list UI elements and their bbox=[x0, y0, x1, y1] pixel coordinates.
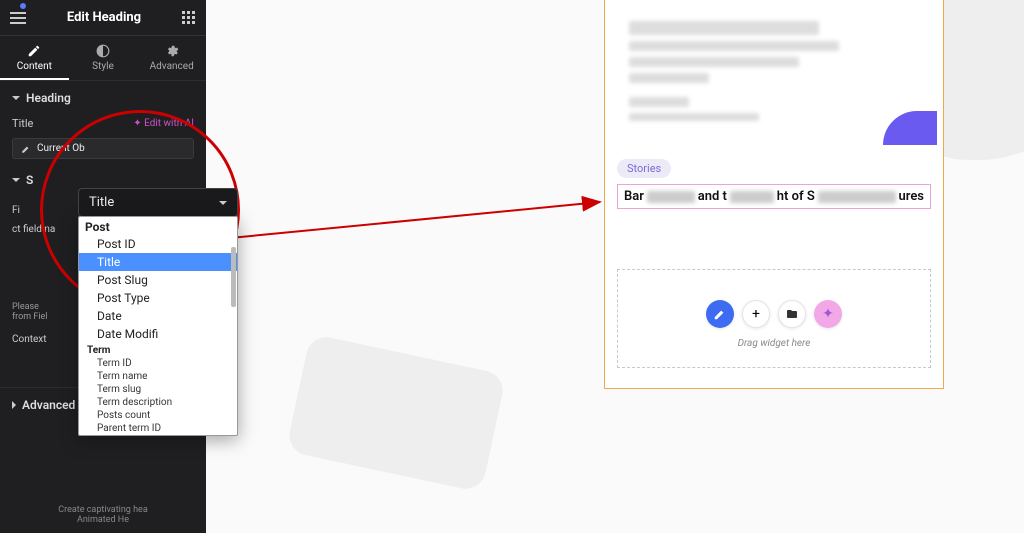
chevron-down-icon bbox=[12, 178, 20, 182]
panel-tabs: Content Style Advanced bbox=[0, 36, 206, 80]
ai-sparkle-button[interactable]: ✦ bbox=[814, 300, 842, 328]
wand-icon bbox=[713, 307, 727, 321]
add-widget-button[interactable]: + bbox=[742, 300, 770, 328]
section-heading: Heading Title ✦ Edit with AI Current Ob … bbox=[0, 80, 206, 197]
dropdown-item[interactable]: Posts count bbox=[79, 409, 237, 422]
heading-widget[interactable]: Bar and t ht of S ures bbox=[617, 184, 931, 209]
section-heading-toggle[interactable]: Heading bbox=[12, 91, 194, 105]
dropdown-group: User bbox=[79, 435, 237, 436]
dynamic-tag-text: Current Ob bbox=[37, 143, 85, 154]
gear-icon bbox=[165, 44, 179, 58]
dropdown-item-selected[interactable]: Title bbox=[79, 253, 237, 271]
tab-label: Style bbox=[92, 61, 114, 72]
promo-text: Create captivating hea Animated He bbox=[0, 497, 206, 533]
ai-add-button[interactable] bbox=[706, 300, 734, 328]
field-select[interactable]: Title bbox=[78, 188, 238, 217]
bg-decoration bbox=[286, 334, 507, 493]
dropdown-item[interactable]: Term slug bbox=[79, 383, 237, 396]
menu-icon[interactable] bbox=[10, 12, 26, 24]
drop-zone[interactable]: + ✦ Drag widget here bbox=[617, 269, 931, 368]
blurred-segment bbox=[818, 191, 896, 203]
widgets-grid-icon[interactable] bbox=[182, 11, 196, 25]
folder-icon bbox=[786, 308, 798, 320]
title-fragment: Bar bbox=[624, 189, 644, 204]
panel-header: Edit Heading bbox=[0, 0, 206, 36]
decorative-blob bbox=[883, 111, 937, 145]
title-fragment: and t bbox=[698, 189, 727, 204]
drop-zone-actions: + ✦ bbox=[628, 300, 920, 328]
tab-content[interactable]: Content bbox=[0, 36, 69, 80]
tab-style[interactable]: Style bbox=[69, 36, 138, 80]
field-title-label: Title bbox=[12, 117, 33, 130]
sub-section-toggle[interactable]: S bbox=[12, 173, 194, 187]
blurred-text bbox=[629, 41, 839, 51]
category-badge[interactable]: Stories bbox=[617, 159, 671, 178]
sub-section-label: S bbox=[26, 173, 33, 187]
wand-icon bbox=[21, 144, 31, 154]
section-advanced-label: Advanced bbox=[22, 398, 75, 412]
blurred-text bbox=[629, 21, 819, 35]
dropdown-scrollbar[interactable] bbox=[231, 247, 236, 307]
dropdown-item[interactable]: Parent term ID bbox=[79, 422, 237, 435]
dropdown-item[interactable]: Post Type bbox=[79, 289, 237, 307]
card-image-area bbox=[611, 0, 937, 145]
field-title-row: Title ✦ Edit with AI bbox=[12, 117, 194, 130]
chevron-down-icon bbox=[219, 201, 227, 205]
dynamic-tag-input[interactable]: Current Ob bbox=[12, 138, 194, 159]
dropdown-group: Term bbox=[79, 343, 237, 357]
plus-icon: + bbox=[752, 306, 760, 322]
blurred-text bbox=[629, 57, 799, 67]
sparkle-icon: ✦ bbox=[822, 306, 834, 322]
contrast-icon bbox=[96, 44, 110, 58]
blurred-text bbox=[629, 97, 689, 107]
dropdown-item[interactable]: Term description bbox=[79, 396, 237, 409]
dropdown-item[interactable]: Term name bbox=[79, 370, 237, 383]
field-select-value: Title bbox=[89, 195, 114, 210]
tab-advanced[interactable]: Advanced bbox=[137, 36, 206, 80]
field-select-menu: Post Post ID Title Post Slug Post Type D… bbox=[78, 216, 238, 436]
pencil-icon bbox=[27, 44, 41, 58]
edit-with-ai-link[interactable]: ✦ Edit with AI bbox=[133, 118, 194, 129]
status-dot-icon bbox=[20, 3, 26, 9]
blurred-segment bbox=[730, 191, 774, 203]
blurred-text bbox=[629, 73, 709, 83]
object-field-fragment: ct field na bbox=[12, 224, 55, 235]
drop-zone-hint: Drag widget here bbox=[628, 338, 920, 349]
blurred-segment bbox=[647, 191, 695, 203]
tab-label: Content bbox=[17, 61, 52, 72]
dropdown-item[interactable]: Term ID bbox=[79, 357, 237, 370]
editor-canvas: Stories Bar and t ht of S ures + bbox=[206, 0, 1024, 533]
add-template-button[interactable] bbox=[778, 300, 806, 328]
post-card[interactable]: Stories Bar and t ht of S ures + bbox=[604, 0, 944, 389]
panel-title: Edit Heading bbox=[67, 10, 141, 25]
title-fragment: ht of S bbox=[777, 189, 815, 204]
title-fragment: ures bbox=[899, 189, 925, 204]
section-heading-label: Heading bbox=[26, 91, 71, 105]
blurred-text bbox=[629, 113, 759, 121]
tab-label: Advanced bbox=[150, 61, 194, 72]
dropdown-item[interactable]: Date Modifi bbox=[79, 325, 237, 343]
dropdown-item[interactable]: Date bbox=[79, 307, 237, 325]
dropdown-group: Post bbox=[79, 217, 237, 235]
dropdown-item[interactable]: Post ID bbox=[79, 235, 237, 253]
chevron-right-icon bbox=[12, 401, 16, 409]
chevron-down-icon bbox=[12, 96, 20, 100]
dropdown-item[interactable]: Post Slug bbox=[79, 271, 237, 289]
